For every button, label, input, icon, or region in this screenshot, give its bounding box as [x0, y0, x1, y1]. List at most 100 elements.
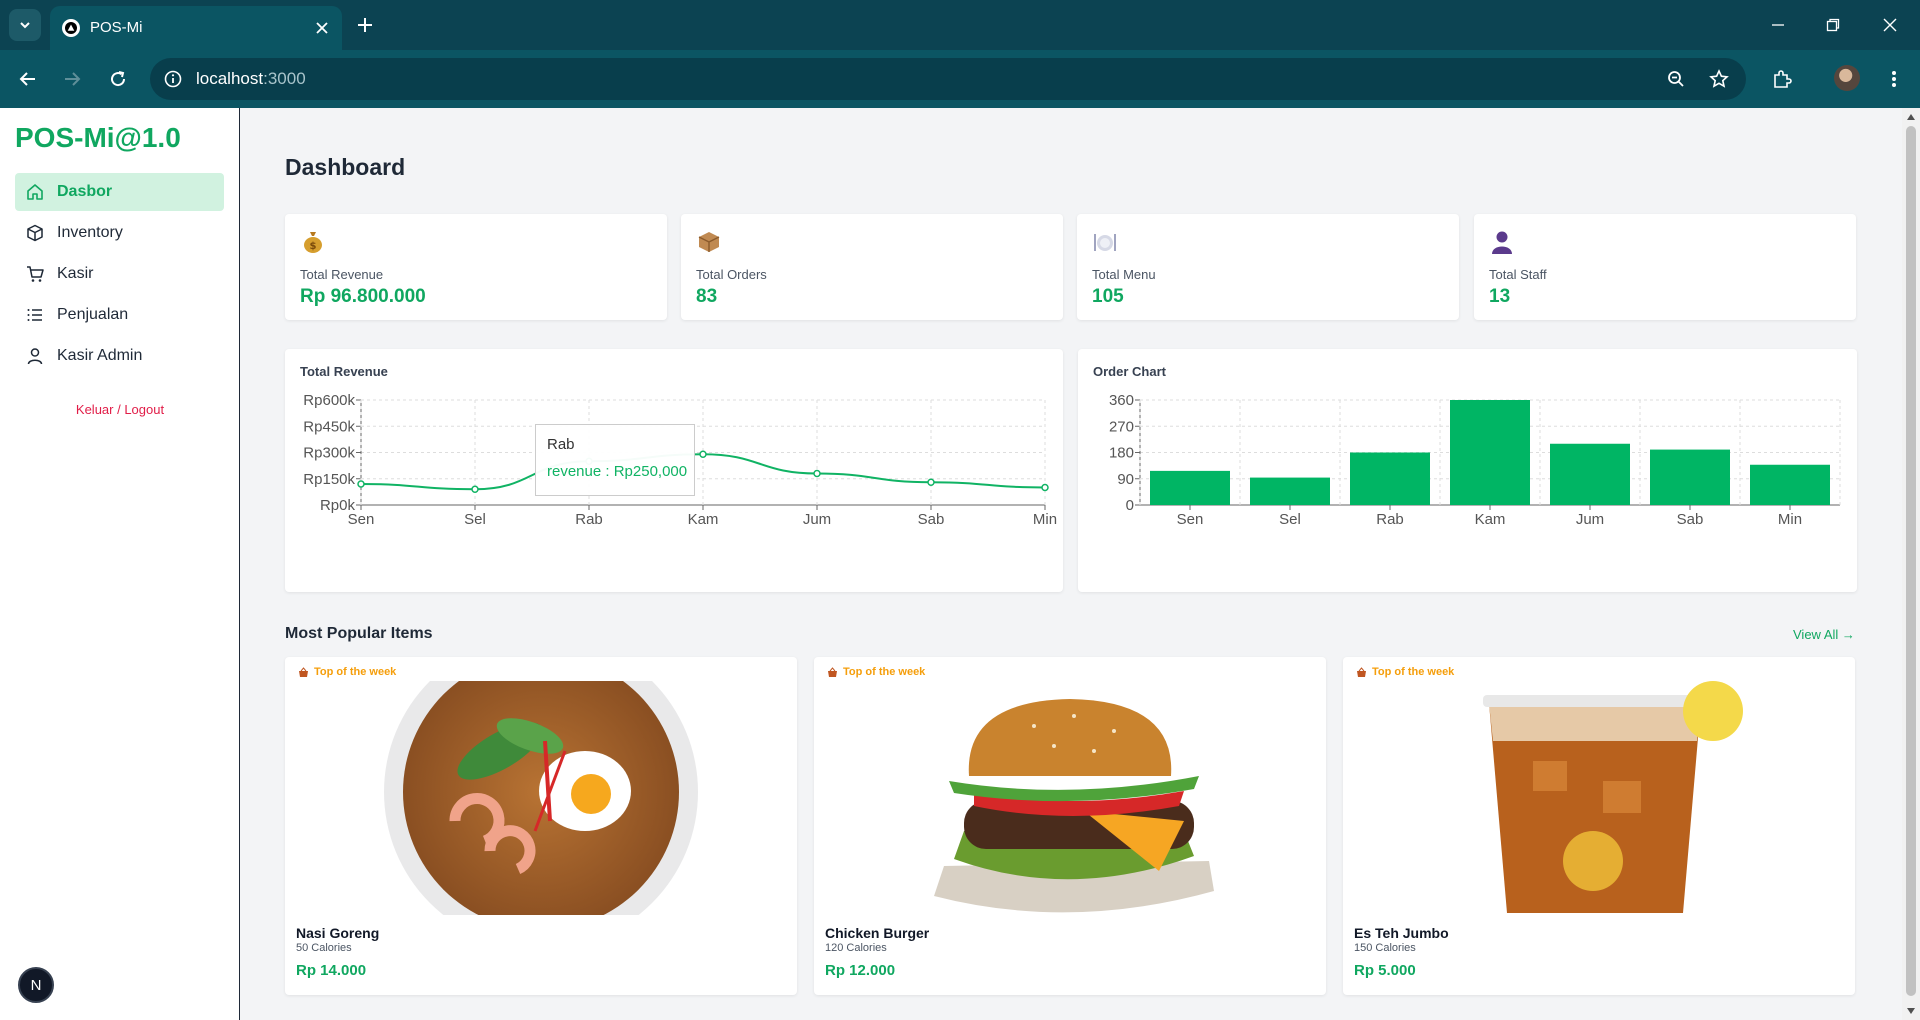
stat-card-staff: Total Staff 13 [1474, 214, 1856, 320]
item-price: Rp 5.000 [1354, 962, 1416, 979]
x-tick-label: Jum [1576, 511, 1604, 528]
chart-tooltip: Rab revenue : Rp250,000 [535, 424, 695, 496]
y-tick-label: 180 [1109, 445, 1134, 462]
x-tick-label: Sab [1677, 511, 1704, 528]
chicken-burger-image [934, 699, 1214, 913]
order-bar [1350, 452, 1430, 505]
minimize-button[interactable] [1765, 12, 1791, 38]
x-tick-label: Sen [1177, 511, 1204, 528]
stat-label: Total Orders [696, 267, 767, 282]
minimize-icon [1772, 24, 1784, 26]
y-tick-label: 360 [1109, 392, 1134, 409]
browser-tab-active[interactable]: POS-Mi [50, 6, 342, 50]
user-icon [25, 346, 45, 366]
extensions-icon[interactable] [1768, 65, 1796, 93]
back-button[interactable] [14, 65, 42, 93]
y-tick-label: 270 [1109, 418, 1134, 435]
y-tick-label: 90 [1117, 471, 1134, 488]
y-tick-label: Rp150k [303, 471, 355, 488]
url-text: localhost:3000 [196, 69, 306, 88]
revenue-point [927, 478, 935, 486]
money-bag-icon: $ [301, 230, 325, 254]
stat-value: 105 [1092, 286, 1124, 307]
stat-card-orders: Total Orders 83 [681, 214, 1063, 320]
x-tick-label: Min [1778, 511, 1802, 528]
x-tick-label: Sab [918, 511, 945, 528]
x-tick-label: Sel [464, 511, 486, 528]
stat-card-menu: Total Menu 105 [1077, 214, 1459, 320]
close-window-button[interactable] [1877, 12, 1903, 38]
sidebar-item-label: Penjualan [57, 306, 129, 323]
sidebar-item-label: Kasir Admin [57, 347, 143, 364]
reload-icon [111, 71, 126, 87]
staff-icon [1490, 230, 1514, 254]
item-price: Rp 12.000 [825, 962, 896, 979]
section-title-popular: Most Popular Items [285, 625, 433, 642]
scroll-thumb[interactable] [1906, 126, 1916, 996]
item-name: Es Teh Jumbo [1354, 925, 1449, 941]
top-week-badge: Top of the week [298, 666, 396, 678]
view-all-link[interactable]: View All → [1793, 627, 1855, 642]
stat-value: 83 [696, 286, 718, 307]
stat-card-revenue: $ Total Revenue Rp 96.800.000 [285, 214, 667, 320]
bookmark-star-icon[interactable] [1705, 65, 1733, 93]
top-week-badge: Top of the week [1356, 666, 1454, 678]
popular-item-card[interactable]: Top of the week Nasi Goreng 50 Calories … [285, 657, 797, 995]
page-scrollbar[interactable] [1902, 108, 1920, 1020]
tooltip-value: revenue : Rp250,000 [547, 463, 688, 480]
logout-link[interactable]: Keluar / Logout [0, 402, 240, 417]
x-tick-label: Min [1033, 511, 1057, 528]
sidebar-item-label: Inventory [57, 224, 123, 241]
new-tab-button[interactable] [352, 12, 378, 38]
tab-close-icon[interactable] [312, 18, 332, 38]
site-info-icon[interactable] [162, 68, 184, 90]
x-tick-label: Sen [348, 511, 375, 528]
order-bar [1250, 477, 1330, 505]
item-calories: 50 Calories [296, 942, 352, 954]
basket-icon [299, 666, 308, 677]
sidebar-item-kasir-admin[interactable]: Kasir Admin [15, 337, 224, 375]
profile-avatar[interactable] [1834, 65, 1860, 91]
popular-item-card[interactable]: Top of the week Es Teh Jumbo 150 Calorie… [1343, 657, 1855, 995]
x-tick-label: Sel [1279, 511, 1301, 528]
order-bar-chart[interactable]: 0 90 180 270 360 Sen Sel Rab Kam Jum Sab Min [1078, 349, 1857, 592]
item-name: Nasi Goreng [296, 925, 380, 941]
sidebar-item-kasir[interactable]: Kasir [15, 255, 224, 293]
reload-button[interactable] [104, 65, 132, 93]
es-teh-image [1483, 681, 1743, 913]
order-bar [1150, 470, 1230, 505]
sidebar-item-penjualan[interactable]: Penjualan [15, 296, 224, 334]
sidebar: POS-Mi@1.0 Dasbor Inventory Kasir Penjua… [0, 108, 240, 1020]
scroll-down-icon[interactable] [1906, 1006, 1916, 1016]
revenue-point [1041, 483, 1049, 492]
forward-button[interactable] [58, 65, 86, 93]
zoom-icon[interactable] [1662, 65, 1690, 93]
scroll-up-icon[interactable] [1906, 112, 1916, 122]
revenue-chart-card: Total Revenue Rp0k Rp150k Rp300k Rp450k Rp60… [285, 349, 1063, 592]
tooltip-title: Rab [547, 436, 575, 453]
x-tick-label: Rab [1376, 511, 1404, 528]
stat-label: Total Revenue [300, 267, 384, 282]
dev-tools-badge[interactable]: N [18, 967, 54, 1003]
x-tick-label: Kam [1475, 511, 1506, 528]
restore-button[interactable] [1820, 12, 1846, 38]
stat-label: Total Menu [1092, 267, 1156, 282]
cart-icon [25, 264, 45, 284]
close-icon [1883, 18, 1897, 32]
home-icon [25, 182, 45, 202]
page-title: Dashboard [285, 154, 406, 180]
sidebar-item-inventory[interactable]: Inventory [15, 214, 224, 252]
popular-item-card[interactable]: Top of the week Chicken Burger 120 Calor… [814, 657, 1326, 995]
basket-icon [1357, 666, 1366, 677]
browser-tabbar: POS-Mi [0, 0, 1920, 50]
item-name: Chicken Burger [825, 925, 930, 941]
tab-search-button[interactable] [9, 9, 41, 41]
revenue-point [471, 485, 479, 493]
revenue-point [813, 469, 821, 478]
stat-label: Total Staff [1489, 267, 1547, 282]
x-tick-label: Jum [803, 511, 831, 528]
box-icon [25, 223, 45, 243]
browser-menu-icon[interactable] [1880, 65, 1908, 93]
address-bar[interactable]: localhost:3000 [150, 58, 1746, 100]
sidebar-item-dasbor[interactable]: Dasbor [15, 173, 224, 211]
